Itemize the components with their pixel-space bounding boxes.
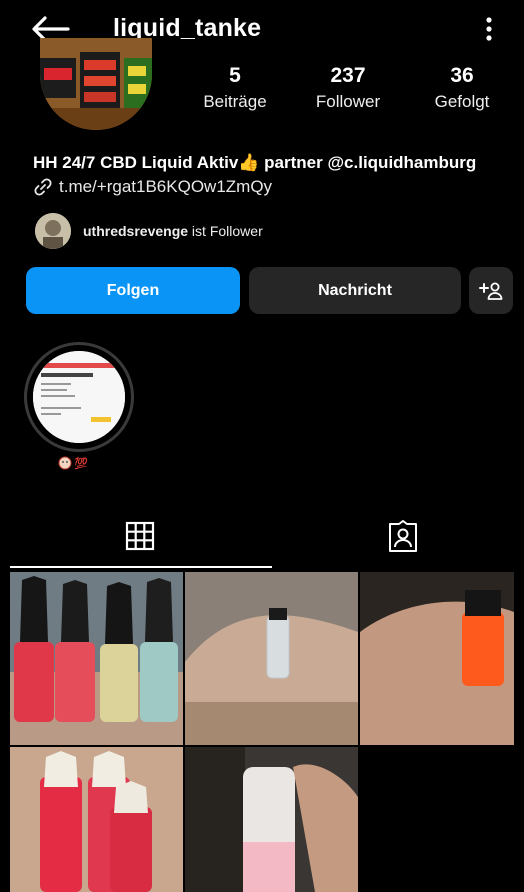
stat-value: 5	[229, 64, 241, 87]
stat-label: Follower	[315, 92, 381, 111]
follow-button[interactable]: Folgen	[26, 267, 240, 314]
bio-link[interactable]: t.me/+rgat1B6KQOw1ZmQy	[33, 177, 272, 197]
stat-value: 237	[330, 64, 366, 87]
profile-bio: HH 24/7 CBD Liquid Aktiv👍 partner @c.liq…	[33, 153, 477, 172]
face-emoji-icon	[58, 456, 72, 470]
stat-value: 36	[450, 64, 474, 87]
avatar	[35, 213, 71, 249]
bio-link-text: t.me/+rgat1B6KQOw1ZmQy	[59, 177, 273, 196]
mutual-follower[interactable]: uthredsrevenge ist Follower	[35, 212, 263, 250]
more-vertical-icon[interactable]	[478, 14, 500, 44]
stat-label: Gefolgt	[434, 92, 490, 111]
mutual-follower-suffix: ist Follower	[188, 223, 263, 239]
profile-tabs	[0, 506, 524, 568]
post-tile[interactable]	[10, 572, 183, 745]
highlight-label-text: 💯	[74, 457, 88, 470]
suggest-users-button[interactable]	[469, 267, 513, 314]
post-tile[interactable]	[185, 572, 358, 745]
profile-avatar[interactable]	[40, 38, 152, 130]
post-tile[interactable]	[10, 747, 183, 892]
message-button[interactable]: Nachricht	[249, 267, 461, 314]
post-tile[interactable]	[360, 572, 514, 745]
following-count[interactable]: 36 Gefolgt	[402, 64, 522, 112]
posts-count: 5 Beiträge	[175, 64, 295, 112]
mutual-follower-username: uthredsrevenge	[83, 223, 189, 239]
stat-label: Beiträge	[203, 92, 267, 111]
active-tab-indicator	[10, 566, 272, 568]
tagged-person-icon[interactable]	[386, 520, 420, 554]
post-tile[interactable]	[185, 747, 358, 892]
highlight-cover[interactable]	[33, 351, 125, 443]
add-person-icon	[479, 282, 503, 300]
grid-icon[interactable]	[124, 520, 156, 552]
highlight-label: 💯	[58, 456, 88, 470]
link-icon	[34, 178, 52, 196]
mutual-follower-text: uthredsrevenge ist Follower	[83, 223, 263, 239]
followers-count[interactable]: 237 Follower	[288, 64, 408, 112]
